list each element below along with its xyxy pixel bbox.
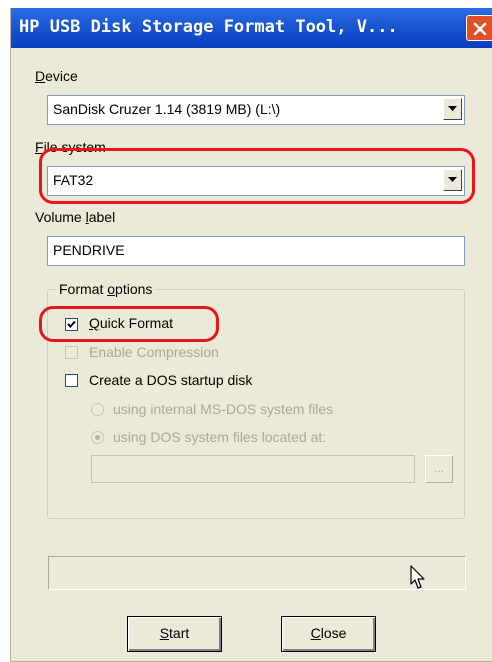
volume-label-label: Volume label <box>35 209 116 225</box>
device-select[interactable]: SanDisk Cruzer 1.14 (3819 MB) (L:\) <box>47 95 465 125</box>
format-options-legend: Format options <box>56 281 156 297</box>
title-bar[interactable]: HP USB Disk Storage Format Tool, V... <box>11 8 492 48</box>
dos-startup-checkbox[interactable] <box>65 374 78 387</box>
device-dropdown-button[interactable] <box>443 98 462 120</box>
file-system-highlight <box>39 148 475 204</box>
close-icon <box>473 22 487 36</box>
radio-dos-located[interactable] <box>91 431 104 444</box>
radio-internal-dos-label: using internal MS-DOS system files <box>113 401 334 417</box>
dos-files-path-input[interactable] <box>91 455 415 483</box>
radio-selected-dot <box>95 435 100 440</box>
enable-compression-checkbox[interactable] <box>65 346 78 359</box>
browse-button[interactable]: ... <box>425 455 453 483</box>
close-window-button[interactable] <box>466 15 492 41</box>
device-label: Device <box>35 68 78 84</box>
quick-format-highlight <box>39 306 219 342</box>
close-button[interactable]: Close <box>281 616 376 652</box>
volume-label-value: PENDRIVE <box>53 242 125 258</box>
volume-label-input[interactable]: PENDRIVE <box>47 236 465 266</box>
radio-internal-dos[interactable] <box>91 403 104 416</box>
window-title: HP USB Disk Storage Format Tool, V... <box>19 17 398 37</box>
radio-dos-located-label: using DOS system files located at: <box>113 429 327 445</box>
dos-startup-label[interactable]: Create a DOS startup disk <box>89 372 252 388</box>
enable-compression-label: Enable Compression <box>89 344 219 360</box>
format-tool-dialog: HP USB Disk Storage Format Tool, V... De… <box>10 8 492 662</box>
device-select-value: SanDisk Cruzer 1.14 (3819 MB) (L:\) <box>53 101 281 117</box>
chevron-down-icon <box>448 106 457 111</box>
format-progress-bar <box>48 556 466 590</box>
start-button[interactable]: Start <box>127 616 222 652</box>
mouse-cursor-icon <box>410 565 425 589</box>
